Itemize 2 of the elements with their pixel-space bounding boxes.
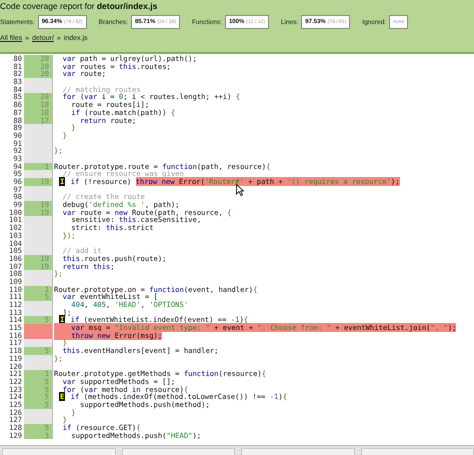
- report-title: Code coverage report for detour/index.js: [0, 1, 158, 11]
- cursor-icon: [236, 184, 244, 196]
